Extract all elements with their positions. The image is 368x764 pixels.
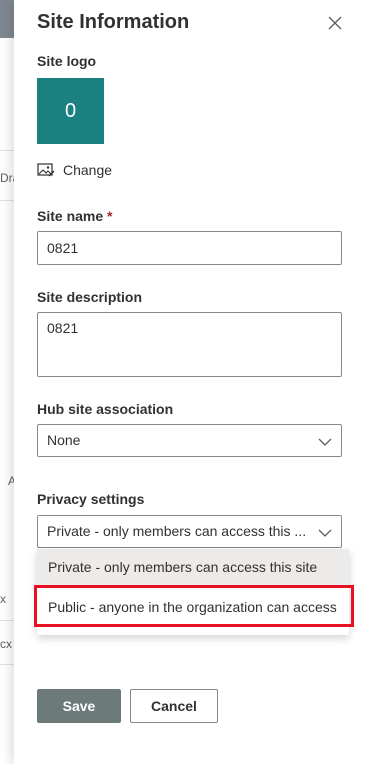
site-name-value: 0821 bbox=[47, 240, 79, 256]
hub-site-association-label: Hub site association bbox=[37, 401, 174, 417]
chevron-down-icon bbox=[318, 529, 332, 537]
change-logo-label: Change bbox=[63, 162, 113, 178]
site-description-label: Site description bbox=[37, 289, 143, 305]
close-button[interactable] bbox=[326, 14, 344, 32]
background-text-fragment: Dra bbox=[0, 171, 14, 185]
site-logo-label: Site logo bbox=[37, 53, 97, 69]
site-description-textarea[interactable]: 0821 bbox=[37, 312, 342, 377]
save-button[interactable]: Save bbox=[37, 689, 121, 723]
background-divider bbox=[0, 150, 14, 151]
hub-site-value: None bbox=[47, 432, 81, 448]
required-marker: * bbox=[107, 208, 113, 224]
site-description-value: 0821 bbox=[47, 320, 79, 336]
site-information-panel: Site Information Site logo 0 Change Site… bbox=[14, 0, 368, 764]
panel-title: Site Information bbox=[37, 11, 190, 33]
background-top-bar bbox=[0, 0, 14, 38]
site-name-label-text: Site name bbox=[37, 208, 104, 224]
close-icon bbox=[328, 16, 342, 30]
background-text-fragment: cx bbox=[0, 637, 12, 651]
image-edit-icon bbox=[37, 163, 55, 177]
site-name-input[interactable]: 0821 bbox=[37, 231, 342, 265]
privacy-settings-dropdown[interactable]: Private - only members can access this .… bbox=[37, 515, 342, 548]
site-logo-tile: 0 bbox=[37, 78, 104, 144]
background-divider bbox=[0, 620, 14, 621]
chevron-down-icon bbox=[318, 438, 332, 446]
background-divider bbox=[0, 664, 14, 665]
site-logo-letter: 0 bbox=[64, 99, 77, 122]
privacy-options-menu: Private - only members can access this s… bbox=[37, 549, 349, 635]
site-name-label: Site name * bbox=[37, 208, 112, 224]
privacy-settings-label: Privacy settings bbox=[37, 491, 145, 507]
background-text-fragment: x bbox=[0, 592, 6, 606]
cancel-button[interactable]: Cancel bbox=[130, 689, 218, 723]
privacy-option-private[interactable]: Private - only members can access this s… bbox=[37, 549, 349, 585]
privacy-settings-value: Private - only members can access this .… bbox=[47, 523, 307, 539]
background-page: Dra A x cx bbox=[0, 0, 14, 764]
change-logo-button[interactable]: Change bbox=[37, 160, 112, 180]
privacy-option-public[interactable]: Public - anyone in the organization can … bbox=[37, 589, 349, 625]
background-divider bbox=[0, 200, 14, 201]
hub-site-dropdown[interactable]: None bbox=[37, 424, 342, 457]
